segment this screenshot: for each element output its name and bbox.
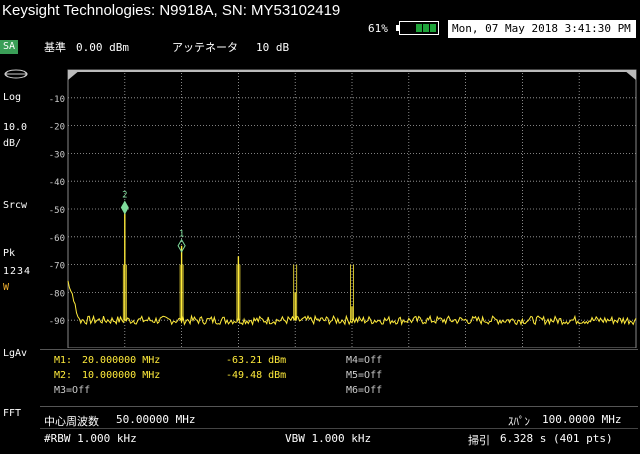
center-freq-value[interactable]: 50.00000 MHz xyxy=(116,413,195,426)
y-tick-label: -90 xyxy=(49,317,65,327)
m6-status: M6=Off xyxy=(346,385,383,396)
m2-freq: 10.000000 MHz xyxy=(82,370,161,381)
scale-unit: dB/ xyxy=(3,138,22,149)
center-freq-label: 中心周波数 xyxy=(44,415,99,428)
footer-settings: 中心周波数 50.00000 MHz ｽﾊﾟﾝ 100.0000 MHz #RB… xyxy=(40,410,638,454)
y-tick-label: -20 xyxy=(49,123,65,133)
m3-status: M3=Off xyxy=(54,385,91,396)
detector: Pk xyxy=(3,248,16,259)
sidebar: SA Log 10.0 dB/ Srcw Pk 1234 W LgAv FFT xyxy=(0,40,38,454)
span-label: ｽﾊﾟﾝ xyxy=(508,415,530,428)
attenuator-value[interactable]: 10 dB xyxy=(256,40,289,56)
marker-1-label: 1 xyxy=(179,230,184,240)
scale-arrows-icon xyxy=(4,69,28,79)
vbw-value[interactable]: VBW 1.000 kHz xyxy=(285,432,371,445)
attenuator-label: アッテネータ xyxy=(172,41,238,54)
y-tick-label: -60 xyxy=(49,234,65,244)
y-tick-label: -50 xyxy=(49,206,65,216)
y-tick-label: -70 xyxy=(49,262,65,272)
sweep-label: 掃引 xyxy=(468,434,490,447)
window-title: Keysight Technologies: N9918A, SN: MY531… xyxy=(2,2,341,19)
span-value[interactable]: 100.0000 MHz xyxy=(542,413,621,426)
m2-level: -49.48 dBm xyxy=(226,370,287,381)
trace-numbers: 1234 xyxy=(3,266,32,277)
marker-2-diamond xyxy=(120,200,129,215)
mode-badge[interactable]: SA xyxy=(0,40,18,54)
avg-mode: LgAv xyxy=(3,348,28,359)
scale-type: Log xyxy=(3,92,22,103)
ref-level-label: 基準 xyxy=(44,41,66,54)
sweep-type: FFT xyxy=(3,408,22,419)
sweep-value[interactable]: 6.328 s (401 pts) xyxy=(500,432,613,445)
m1-freq: 20.000000 MHz xyxy=(82,355,161,366)
m1-label: M1: xyxy=(54,355,73,366)
sweep-mode: Srcw xyxy=(3,200,28,211)
m5-status: M5=Off xyxy=(346,370,383,381)
spectrum-plot[interactable]: -10 -20 -30 -40 -50 -60 -70 -80 -90 2 1 xyxy=(40,58,638,348)
y-tick-label: -30 xyxy=(49,150,65,160)
rbw-value[interactable]: #RBW 1.000 kHz xyxy=(44,432,137,445)
spectrum-chart: -10 -20 -30 -40 -50 -60 -70 -80 -90 2 1 xyxy=(49,69,637,348)
ref-header: 基準 0.00 dBm アッテネータ 10 dB xyxy=(40,40,638,58)
y-tick-label: -10 xyxy=(49,95,65,105)
y-tick-label: -80 xyxy=(49,289,65,299)
scale-value: 10.0 xyxy=(3,122,28,133)
datetime: Mon, 07 May 2018 3:41:30 PM xyxy=(448,20,636,38)
battery-icon xyxy=(396,21,439,35)
battery-percent: 61% xyxy=(368,22,388,35)
m2-label: M2: xyxy=(54,370,73,381)
m1-level: -63.21 dBm xyxy=(226,355,287,366)
marker-2-label: 2 xyxy=(122,191,127,201)
m4-status: M4=Off xyxy=(346,355,383,366)
title-bar: Keysight Technologies: N9918A, SN: MY531… xyxy=(0,0,640,40)
trace-mode: W xyxy=(3,282,10,293)
y-tick-label: -40 xyxy=(49,178,65,188)
marker-table: M1: 20.000000 MHz -63.21 dBm M4=Off M2: … xyxy=(40,349,638,407)
ref-level-value[interactable]: 0.00 dBm xyxy=(76,40,129,56)
